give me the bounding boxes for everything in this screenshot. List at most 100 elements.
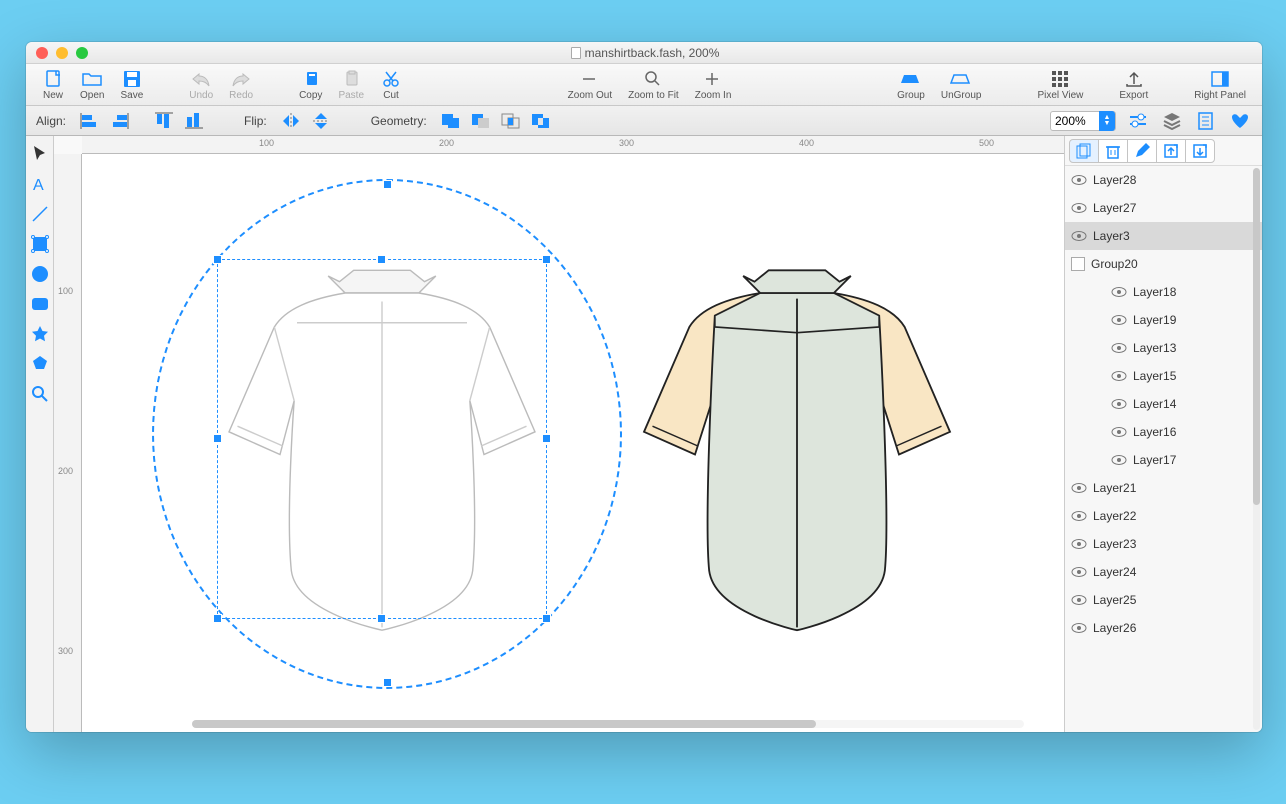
layer-edit-button[interactable] — [1127, 139, 1157, 163]
zoom-fit-button[interactable]: Zoom to Fit — [620, 67, 687, 103]
close-button[interactable] — [36, 47, 48, 59]
horizontal-scrollbar[interactable] — [192, 720, 1024, 728]
zoom-in-button[interactable]: Zoom In — [687, 67, 740, 103]
visibility-toggle[interactable] — [1071, 172, 1087, 188]
star-tool[interactable] — [28, 322, 52, 346]
panel-adjust-icon[interactable] — [1126, 112, 1150, 130]
shirt-colored[interactable] — [627, 259, 967, 642]
layer-item[interactable]: Layer26 — [1065, 614, 1262, 642]
visibility-toggle[interactable] — [1111, 424, 1127, 440]
new-button[interactable]: New — [34, 67, 72, 103]
cut-button[interactable]: Cut — [372, 67, 410, 103]
panel-layers-icon[interactable] — [1160, 112, 1184, 130]
layer-item[interactable]: Layer16 — [1065, 418, 1262, 446]
paste-button[interactable]: Paste — [330, 67, 372, 103]
layer-item[interactable]: Layer19 — [1065, 306, 1262, 334]
canvas[interactable] — [82, 154, 1064, 732]
save-button[interactable]: Save — [112, 67, 151, 103]
visibility-toggle[interactable] — [1111, 452, 1127, 468]
layer-item[interactable]: Layer17 — [1065, 446, 1262, 474]
app-window: manshirtback.fash, 200% New Open Save Un… — [26, 42, 1262, 732]
layer-delete-button[interactable] — [1098, 139, 1128, 163]
group-button[interactable]: Group — [889, 67, 933, 103]
visibility-toggle[interactable] — [1111, 284, 1127, 300]
visibility-toggle[interactable] — [1071, 228, 1087, 244]
line-tool[interactable] — [28, 202, 52, 226]
zoom-input[interactable] — [1051, 114, 1099, 128]
pixel-view-button[interactable]: Pixel View — [1029, 67, 1091, 103]
zoom-stepper-icon[interactable]: ▲▼ — [1099, 111, 1115, 131]
rounded-rect-tool[interactable] — [28, 292, 52, 316]
handle-ne[interactable] — [542, 255, 551, 264]
right-panel-button[interactable]: Right Panel — [1186, 67, 1254, 103]
layer-item[interactable]: Layer24 — [1065, 558, 1262, 586]
panel-heart-icon[interactable] — [1228, 112, 1252, 130]
layer-copy-button[interactable] — [1069, 139, 1099, 163]
handle-e[interactable] — [542, 434, 551, 443]
text-tool[interactable]: A — [28, 172, 52, 196]
handle-w[interactable] — [213, 434, 222, 443]
align-right-icon[interactable] — [108, 112, 132, 130]
layer-item[interactable]: Layer14 — [1065, 390, 1262, 418]
geometry-intersect-icon[interactable] — [499, 112, 523, 130]
undo-button[interactable]: Undo — [181, 67, 221, 103]
layer-item[interactable]: Layer13 — [1065, 334, 1262, 362]
visibility-toggle[interactable] — [1111, 396, 1127, 412]
layer-export-button[interactable] — [1156, 139, 1186, 163]
flip-vertical-icon[interactable] — [309, 112, 333, 130]
geometry-union-icon[interactable] — [439, 112, 463, 130]
visibility-toggle[interactable] — [1071, 620, 1087, 636]
horizontal-ruler: 100 200 300 400 500 — [82, 136, 1064, 154]
visibility-toggle[interactable] — [1071, 564, 1087, 580]
geometry-subtract-icon[interactable] — [469, 112, 493, 130]
visibility-toggle[interactable] — [1071, 592, 1087, 608]
circle-handle-n[interactable] — [383, 180, 392, 189]
export-button[interactable]: Export — [1111, 67, 1156, 103]
visibility-toggle[interactable] — [1111, 340, 1127, 356]
circle-handle-s[interactable] — [383, 678, 392, 687]
handle-sw[interactable] — [213, 614, 222, 623]
copy-button[interactable]: Copy — [291, 67, 330, 103]
align-bottom-icon[interactable] — [182, 112, 206, 130]
zoom-tool[interactable] — [28, 382, 52, 406]
visibility-toggle[interactable] — [1111, 312, 1127, 328]
zoom-select[interactable]: ▲▼ — [1050, 111, 1116, 131]
visibility-toggle[interactable] — [1111, 368, 1127, 384]
layer-item[interactable]: Layer22 — [1065, 502, 1262, 530]
visibility-toggle[interactable] — [1071, 508, 1087, 524]
handle-se[interactable] — [542, 614, 551, 623]
flip-horizontal-icon[interactable] — [279, 112, 303, 130]
layer-import-button[interactable] — [1185, 139, 1215, 163]
maximize-button[interactable] — [76, 47, 88, 59]
align-left-icon[interactable] — [78, 112, 102, 130]
geometry-exclude-icon[interactable] — [529, 112, 553, 130]
layer-name: Layer13 — [1133, 341, 1176, 355]
handle-nw[interactable] — [213, 255, 222, 264]
visibility-toggle[interactable] — [1071, 536, 1087, 552]
polygon-tool[interactable] — [28, 352, 52, 376]
align-top-icon[interactable] — [152, 112, 176, 130]
layer-item[interactable]: Layer21 — [1065, 474, 1262, 502]
layer-item[interactable]: Layer23 — [1065, 530, 1262, 558]
handle-s[interactable] — [377, 614, 386, 623]
visibility-toggle[interactable] — [1071, 480, 1087, 496]
rectangle-tool[interactable] — [28, 232, 52, 256]
ellipse-tool[interactable] — [28, 262, 52, 286]
open-button[interactable]: Open — [72, 67, 112, 103]
ungroup-button[interactable]: UnGroup — [933, 67, 990, 103]
layer-item[interactable]: Layer25 — [1065, 586, 1262, 614]
layer-item[interactable]: Layer3 — [1065, 222, 1262, 250]
select-tool[interactable] — [28, 142, 52, 166]
layer-item[interactable]: Layer28 — [1065, 166, 1262, 194]
zoom-out-button[interactable]: Zoom Out — [560, 67, 620, 103]
minimize-button[interactable] — [56, 47, 68, 59]
layer-item[interactable]: Layer15 — [1065, 362, 1262, 390]
layer-item[interactable]: Layer18 — [1065, 278, 1262, 306]
handle-n[interactable] — [377, 255, 386, 264]
layers-scrollbar[interactable] — [1253, 168, 1260, 730]
visibility-toggle[interactable] — [1071, 200, 1087, 216]
redo-button[interactable]: Redo — [221, 67, 261, 103]
layer-item[interactable]: Group20 — [1065, 250, 1262, 278]
layer-item[interactable]: Layer27 — [1065, 194, 1262, 222]
panel-document-icon[interactable] — [1194, 112, 1218, 130]
